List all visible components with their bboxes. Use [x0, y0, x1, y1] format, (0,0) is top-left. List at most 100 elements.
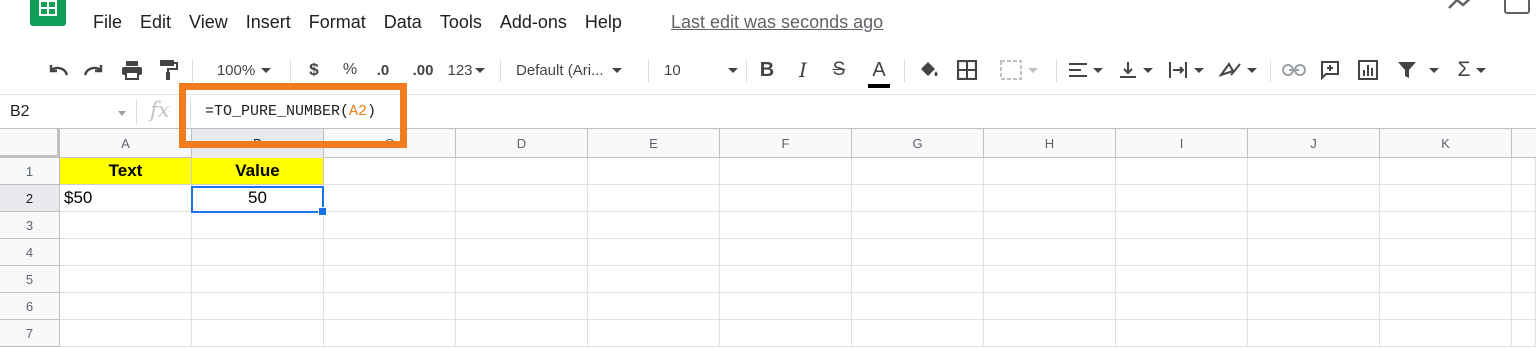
empty-cell[interactable] [1512, 320, 1536, 347]
empty-cell[interactable] [192, 320, 324, 347]
empty-cell[interactable] [324, 320, 456, 347]
activity-trend-icon[interactable] [1448, 0, 1476, 12]
empty-cell[interactable] [192, 212, 324, 239]
sheet-grid[interactable]: A B C D E F G H I J K 1 2 3 4 5 6 7 Text… [0, 129, 1536, 348]
empty-cell[interactable] [984, 266, 1116, 293]
empty-cell[interactable] [588, 293, 720, 320]
empty-cell[interactable] [1512, 293, 1536, 320]
menu-insert[interactable]: Insert [246, 12, 291, 33]
paint-format-button[interactable] [154, 46, 182, 94]
empty-cell[interactable] [324, 266, 456, 293]
empty-cell[interactable] [1380, 212, 1512, 239]
empty-cell[interactable] [1248, 239, 1380, 266]
functions-button[interactable]: Σ [1452, 46, 1492, 94]
empty-cell[interactable] [984, 239, 1116, 266]
empty-cell[interactable] [984, 185, 1116, 212]
empty-cell[interactable] [720, 266, 852, 293]
empty-cell[interactable] [1512, 185, 1536, 212]
font-size-select[interactable]: 10 [664, 46, 738, 94]
empty-cell[interactable] [1380, 185, 1512, 212]
row-header-6[interactable]: 6 [0, 293, 60, 320]
empty-cell[interactable] [588, 185, 720, 212]
comments-icon[interactable] [1504, 0, 1530, 14]
empty-cell[interactable] [1116, 293, 1248, 320]
insert-chart-button[interactable] [1354, 46, 1382, 94]
empty-cell[interactable] [1116, 185, 1248, 212]
sheets-logo-icon[interactable] [30, 0, 66, 26]
cell-b1[interactable]: Value [192, 158, 324, 185]
undo-button[interactable] [44, 46, 72, 94]
empty-cell[interactable] [852, 212, 984, 239]
empty-cell[interactable] [720, 158, 852, 185]
empty-cell[interactable] [60, 293, 192, 320]
borders-button[interactable] [954, 46, 980, 94]
strikethrough-button[interactable]: S [828, 46, 850, 94]
empty-cell[interactable] [192, 293, 324, 320]
empty-cell[interactable] [1116, 158, 1248, 185]
empty-cell[interactable] [852, 239, 984, 266]
empty-cell[interactable] [588, 320, 720, 347]
column-header-j[interactable]: J [1248, 129, 1380, 158]
empty-cell[interactable] [324, 293, 456, 320]
text-color-button[interactable]: A [866, 46, 892, 94]
name-box[interactable]: B2 [10, 103, 30, 121]
horizontal-align-button[interactable] [1066, 46, 1106, 94]
empty-cell[interactable] [456, 212, 588, 239]
empty-cell[interactable] [1248, 293, 1380, 320]
empty-cell[interactable] [984, 320, 1116, 347]
empty-cell[interactable] [1248, 212, 1380, 239]
column-header-d[interactable]: D [456, 129, 588, 158]
column-header-g[interactable]: G [852, 129, 984, 158]
row-header-3[interactable]: 3 [0, 212, 60, 239]
column-header-i[interactable]: I [1116, 129, 1248, 158]
column-header-h[interactable]: H [984, 129, 1116, 158]
empty-cell[interactable] [1512, 266, 1536, 293]
empty-cell[interactable] [1380, 239, 1512, 266]
empty-cell[interactable] [456, 266, 588, 293]
column-header-k[interactable]: K [1380, 129, 1512, 158]
empty-cell[interactable] [720, 212, 852, 239]
empty-cell[interactable] [456, 239, 588, 266]
empty-cell[interactable] [1248, 185, 1380, 212]
empty-cell[interactable] [1116, 212, 1248, 239]
empty-cell[interactable] [1116, 239, 1248, 266]
menu-format[interactable]: Format [309, 12, 366, 33]
column-header-f[interactable]: F [720, 129, 852, 158]
empty-cell[interactable] [720, 320, 852, 347]
empty-cell[interactable] [60, 320, 192, 347]
empty-cell[interactable] [852, 158, 984, 185]
bold-button[interactable]: B [756, 46, 778, 94]
select-all-corner[interactable] [0, 129, 60, 158]
empty-cell[interactable] [60, 239, 192, 266]
empty-cell[interactable] [984, 293, 1116, 320]
empty-cell[interactable] [456, 293, 588, 320]
empty-cell[interactable] [984, 212, 1116, 239]
empty-cell[interactable] [984, 158, 1116, 185]
empty-cell[interactable] [588, 239, 720, 266]
vertical-align-button[interactable] [1116, 46, 1156, 94]
empty-cell[interactable] [1380, 320, 1512, 347]
more-formats-button[interactable]: 123 [444, 46, 488, 94]
menu-file[interactable]: File [93, 12, 122, 33]
empty-cell[interactable] [852, 320, 984, 347]
empty-cell[interactable] [588, 266, 720, 293]
empty-cell[interactable] [1116, 320, 1248, 347]
row-header-7[interactable]: 7 [0, 320, 60, 347]
cell-a2[interactable]: $50 [60, 185, 192, 212]
empty-cell[interactable] [324, 185, 456, 212]
insert-comment-button[interactable] [1316, 46, 1344, 94]
empty-cell[interactable] [60, 212, 192, 239]
empty-cell[interactable] [456, 158, 588, 185]
empty-cell[interactable] [588, 212, 720, 239]
empty-cell[interactable] [588, 158, 720, 185]
increase-decimal-button[interactable]: .00 [406, 46, 440, 94]
empty-cell[interactable] [1116, 266, 1248, 293]
menu-data[interactable]: Data [384, 12, 422, 33]
empty-cell[interactable] [852, 185, 984, 212]
chevron-down-icon[interactable] [118, 111, 126, 116]
print-button[interactable] [118, 46, 146, 94]
menu-addons[interactable]: Add-ons [500, 12, 567, 33]
column-header-e[interactable]: E [588, 129, 720, 158]
filter-button[interactable] [1392, 46, 1444, 94]
empty-cell[interactable] [456, 185, 588, 212]
